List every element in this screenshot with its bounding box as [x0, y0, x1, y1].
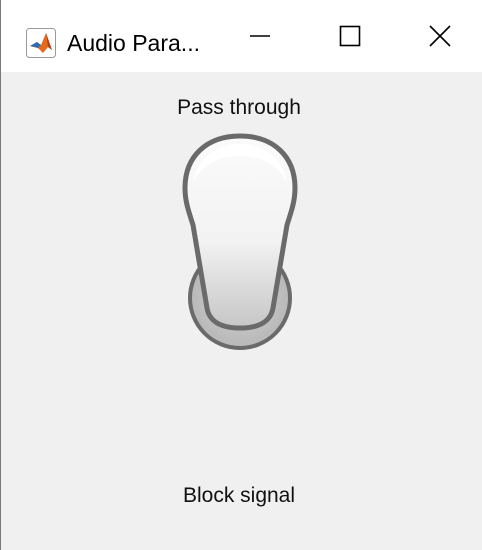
- toggle-switch-graphic: [182, 133, 298, 350]
- app-window: Audio Para... Pass through Block signal: [0, 0, 482, 550]
- close-icon: [429, 25, 451, 47]
- matlab-icon: [26, 28, 56, 58]
- switch-top-label: Pass through: [177, 96, 301, 119]
- close-button[interactable]: [394, 0, 482, 72]
- minimize-button[interactable]: [214, 0, 306, 72]
- window-title: Audio Para...: [67, 30, 200, 56]
- toggle-switch[interactable]: [177, 130, 303, 360]
- title-bar[interactable]: Audio Para...: [1, 0, 482, 72]
- app-content: Pass through Block signal: [1, 72, 482, 550]
- maximize-icon: [339, 25, 361, 47]
- switch-bottom-label: Block signal: [182, 484, 296, 507]
- maximize-button[interactable]: [304, 0, 396, 72]
- minimize-icon: [249, 25, 271, 47]
